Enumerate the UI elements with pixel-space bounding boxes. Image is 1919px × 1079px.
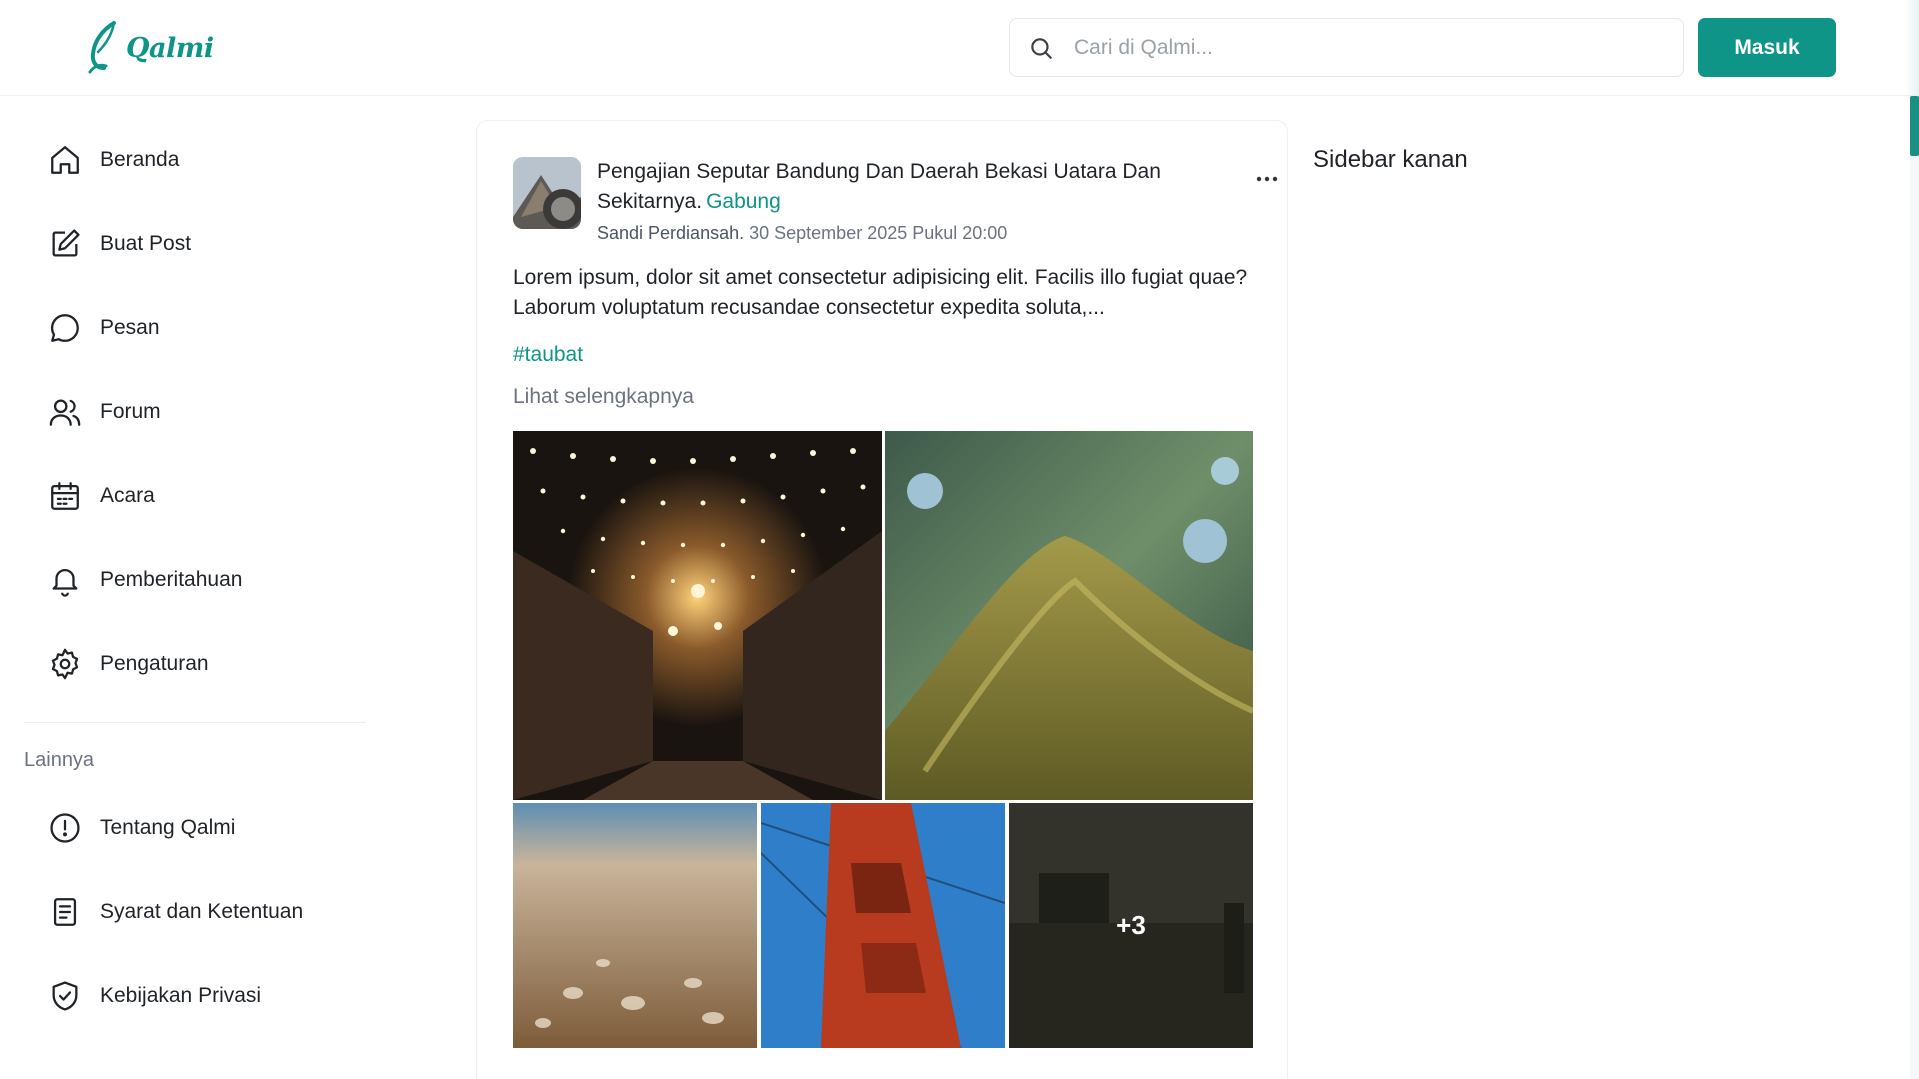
nav-label: Beranda bbox=[100, 148, 180, 171]
chat-icon bbox=[50, 314, 79, 342]
home-icon bbox=[51, 146, 79, 174]
edit-icon bbox=[52, 229, 80, 257]
bell-icon bbox=[52, 569, 78, 597]
post-title: Pengajian Seputar Bandung Dan Daerah Bek… bbox=[597, 157, 1197, 217]
nav-item-syarat[interactable]: Syarat dan Ketentuan bbox=[24, 870, 366, 954]
gallery-photo-more[interactable]: +3 bbox=[1009, 803, 1253, 1048]
scrollbar-thumb[interactable] bbox=[1910, 96, 1919, 156]
photo-beach-image bbox=[513, 803, 757, 1048]
nav-item-beranda[interactable]: Beranda bbox=[24, 118, 366, 202]
post-body: Lorem ipsum, dolor sit amet consectetur … bbox=[513, 266, 1248, 319]
nav-item-buat-post[interactable]: Buat Post bbox=[24, 202, 366, 286]
nav-item-acara[interactable]: Acara bbox=[24, 454, 366, 538]
nav-label: Pengaturan bbox=[100, 652, 209, 675]
shield-icon bbox=[52, 981, 78, 1011]
post-meta: Sandi Perdiansah. 30 September 2025 Puku… bbox=[597, 223, 1007, 244]
quill-logo-icon bbox=[88, 21, 116, 74]
logo-wordmark: Qalmi bbox=[126, 32, 214, 64]
more-options-icon[interactable] bbox=[1253, 169, 1281, 189]
avatar[interactable] bbox=[513, 157, 581, 229]
section-title-lainnya: Lainnya bbox=[24, 749, 95, 771]
gallery-photo-alley[interactable] bbox=[513, 431, 882, 800]
info-icon bbox=[50, 813, 80, 843]
nav-item-forum[interactable]: Forum bbox=[24, 370, 366, 454]
nav-label: Pesan bbox=[100, 316, 160, 339]
nav-label: Tentang Qalmi bbox=[100, 816, 236, 839]
search-bar[interactable] bbox=[1009, 18, 1684, 77]
search-input[interactable] bbox=[1074, 35, 1634, 60]
top-header: Qalmi Masuk bbox=[0, 0, 1919, 96]
users-icon bbox=[49, 399, 81, 426]
scrollbar-track[interactable] bbox=[1910, 96, 1919, 1079]
photo-alley-image bbox=[513, 431, 882, 800]
photo-moss-image bbox=[885, 431, 1253, 800]
search-icon bbox=[1031, 37, 1052, 59]
nav-item-pengaturan[interactable]: Pengaturan bbox=[24, 622, 366, 706]
avatar-image bbox=[513, 157, 581, 229]
nav-label: Kebijakan Privasi bbox=[100, 984, 262, 1007]
login-button[interactable]: Masuk bbox=[1698, 18, 1836, 77]
nav-label: Forum bbox=[100, 400, 161, 423]
gear-icon bbox=[51, 648, 79, 680]
nav-divider bbox=[24, 722, 366, 723]
post-datetime: 30 September 2025 Pukul 20:00 bbox=[749, 223, 1008, 243]
gallery-photo-bridge[interactable] bbox=[761, 803, 1005, 1048]
nav-label: Acara bbox=[100, 484, 155, 507]
scroll-fade bbox=[1905, 0, 1919, 96]
document-icon bbox=[53, 898, 77, 926]
author-name[interactable]: Sandi Perdiansah. bbox=[597, 223, 744, 243]
nav-label: Pemberitahuan bbox=[100, 568, 243, 591]
hashtag-link[interactable]: #taubat bbox=[513, 343, 583, 367]
left-sidebar: Beranda Buat Post Pesan Forum Acara Pemb… bbox=[24, 118, 366, 1038]
right-sidebar-title: Sidebar kanan bbox=[1313, 146, 1468, 173]
nav-label: Syarat dan Ketentuan bbox=[100, 900, 304, 923]
nav-item-pemberitahuan[interactable]: Pemberitahuan bbox=[24, 538, 366, 622]
post-card: Pengajian Seputar Bandung Dan Daerah Bek… bbox=[476, 120, 1288, 1079]
nav-label: Buat Post bbox=[100, 232, 192, 255]
photo-bridge-image bbox=[761, 803, 1005, 1048]
nav-item-pesan[interactable]: Pesan bbox=[24, 286, 366, 370]
gallery-photo-moss[interactable] bbox=[885, 431, 1253, 800]
calendar-icon bbox=[51, 482, 79, 510]
nav-item-tentang[interactable]: Tentang Qalmi bbox=[24, 786, 366, 870]
post-title-text: Pengajian Seputar Bandung Dan Daerah Bek… bbox=[597, 160, 1161, 213]
see-more-link[interactable]: Lihat selengkapnya bbox=[513, 385, 694, 409]
more-photos-overlay[interactable]: +3 bbox=[1009, 803, 1253, 1048]
join-link[interactable]: Gabung bbox=[706, 190, 781, 213]
nav-item-kebijakan[interactable]: Kebijakan Privasi bbox=[24, 954, 366, 1038]
gallery-photo-beach[interactable] bbox=[513, 803, 757, 1048]
qalmi-logo[interactable]: Qalmi bbox=[84, 20, 214, 76]
